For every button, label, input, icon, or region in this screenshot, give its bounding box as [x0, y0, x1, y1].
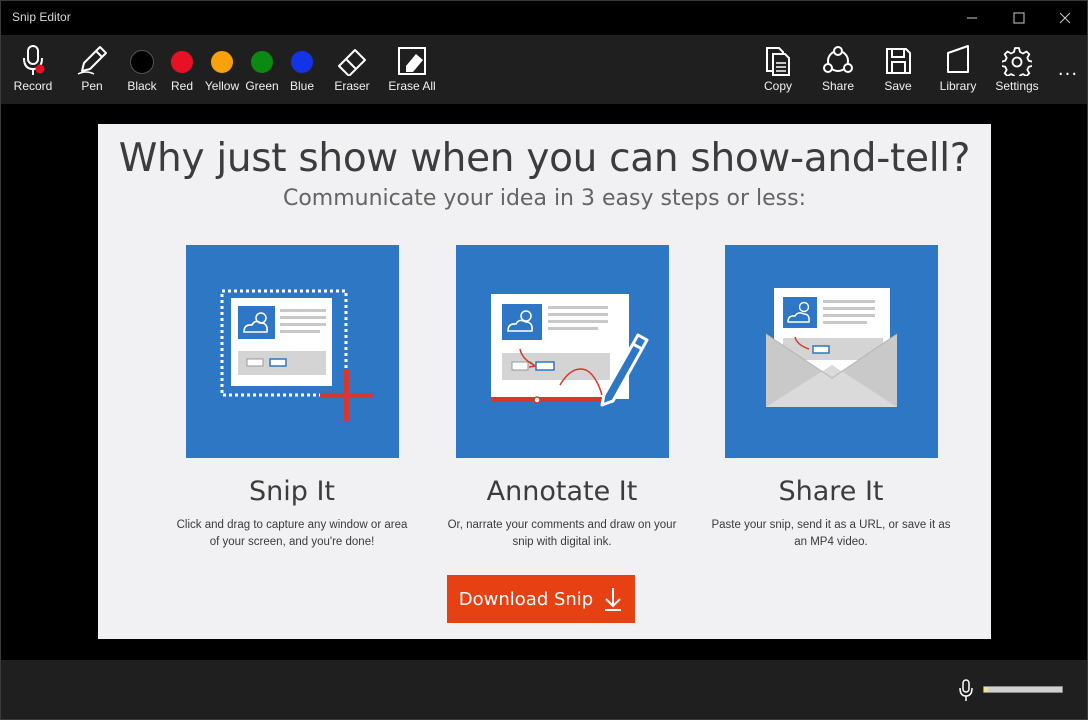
- record-button[interactable]: Record: [10, 35, 56, 104]
- copy-button[interactable]: Copy: [759, 35, 797, 104]
- subheadline: Communicate your idea in 3 easy steps or…: [282, 186, 806, 211]
- erase-all-button[interactable]: Erase All: [387, 35, 437, 104]
- more-options-button[interactable]: ...: [1055, 35, 1081, 104]
- copy-label: Copy: [763, 79, 792, 93]
- toolbar: Record Pen Black Red Yellow Green Blue E…: [1, 35, 1087, 104]
- save-icon: [886, 48, 911, 74]
- share-icon: [823, 46, 853, 73]
- yellow-label: Yellow: [204, 79, 240, 93]
- pen-label: Pen: [81, 79, 103, 93]
- download-arrow-icon: [605, 588, 622, 611]
- library-button[interactable]: Library: [937, 35, 979, 104]
- eraser-label: Eraser: [334, 79, 370, 93]
- library-label: Library: [939, 79, 977, 93]
- copy-icon: [766, 47, 790, 76]
- close-icon: [1059, 12, 1071, 24]
- color-blue-button[interactable]: Blue: [283, 35, 321, 104]
- gear-icon: [1002, 47, 1032, 76]
- headline: Why just show when you can show-and-tell…: [118, 136, 971, 181]
- erase-all-label: Erase All: [388, 79, 436, 93]
- step-2-title: Annotate It: [486, 476, 638, 507]
- color-green-button[interactable]: Green: [242, 35, 282, 104]
- download-snip-button[interactable]: Download Snip: [447, 575, 635, 623]
- eraser-button[interactable]: Eraser: [332, 35, 372, 104]
- microphone-level-icon: [959, 679, 973, 701]
- record-label: Record: [13, 79, 53, 93]
- red-swatch-icon: [170, 50, 194, 74]
- microphone-icon: [23, 45, 45, 75]
- color-yellow-button[interactable]: Yellow: [202, 35, 242, 104]
- share-button[interactable]: Share: [819, 35, 857, 104]
- color-black-button[interactable]: Black: [123, 35, 161, 104]
- green-swatch-icon: [250, 50, 274, 74]
- maximize-button[interactable]: [996, 1, 1042, 35]
- step-3-description: Paste your snip, send it as a URL, or sa…: [711, 519, 951, 548]
- blue-label: Blue: [289, 79, 315, 93]
- blue-swatch-icon: [290, 50, 314, 74]
- annotate-it-illustration: [456, 245, 669, 458]
- snip-canvas[interactable]: Why just show when you can show-and-tell…: [1, 104, 1087, 660]
- settings-button[interactable]: Settings: [993, 35, 1041, 104]
- snip-image: Why just show when you can show-and-tell…: [98, 124, 991, 639]
- window-title: Snip Editor: [12, 10, 71, 24]
- save-button[interactable]: Save: [879, 35, 917, 104]
- close-button[interactable]: [1042, 1, 1088, 35]
- black-swatch-icon: [130, 50, 154, 74]
- microphone-level-meter: [983, 686, 1063, 693]
- step-2-description: Or, narrate your comments and draw on yo…: [447, 519, 677, 548]
- playback-bar: [1, 660, 1087, 719]
- share-label: Share: [821, 79, 855, 93]
- step-3-title: Share It: [778, 476, 884, 507]
- pen-button[interactable]: Pen: [72, 35, 112, 104]
- library-icon: [947, 45, 969, 73]
- save-label: Save: [884, 79, 912, 93]
- red-label: Red: [170, 79, 193, 93]
- app-window: Snip Editor Record Pen Black Red Yellow …: [0, 0, 1088, 720]
- eraser-icon: [338, 49, 366, 76]
- title-bar: Snip Editor: [1, 1, 1087, 35]
- download-snip-label: Download Snip: [458, 588, 594, 610]
- green-label: Green: [245, 79, 279, 93]
- pen-icon: [77, 46, 107, 75]
- minimize-button[interactable]: [949, 1, 995, 35]
- microphone-level-fill: [984, 687, 988, 692]
- step-1-description: Click and drag to capture any window or …: [176, 519, 408, 548]
- minimize-icon: [967, 17, 977, 19]
- maximize-icon: [1013, 12, 1025, 24]
- color-red-button[interactable]: Red: [163, 35, 201, 104]
- yellow-swatch-icon: [210, 50, 234, 74]
- snip-it-illustration: [186, 245, 399, 458]
- erase-all-icon: [398, 47, 426, 75]
- settings-label: Settings: [995, 79, 1039, 93]
- share-it-illustration: [725, 245, 938, 458]
- black-label: Black: [127, 79, 157, 93]
- step-1-title: Snip It: [248, 476, 336, 507]
- more-icon: ...: [1057, 58, 1079, 80]
